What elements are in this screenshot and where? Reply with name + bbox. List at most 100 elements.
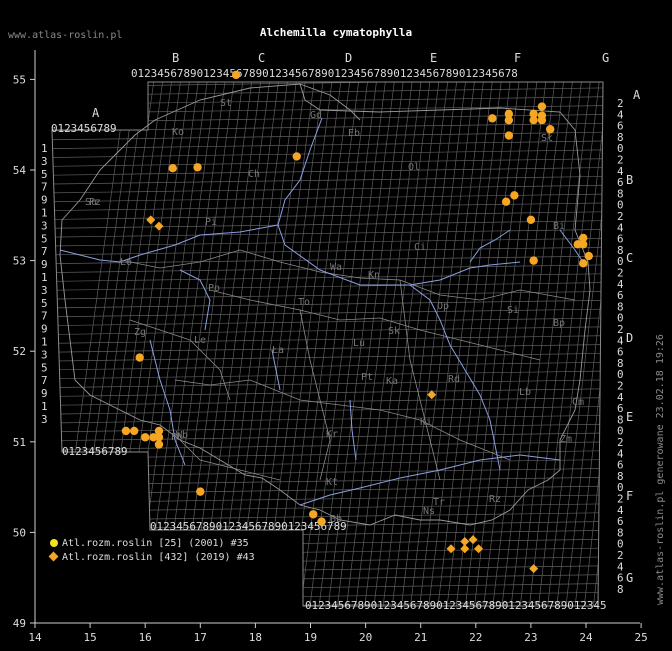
grid-letter-right: D	[626, 331, 633, 345]
record-diamond	[154, 221, 164, 231]
x-tick-label: 23	[524, 631, 537, 644]
digit-col-left: 9	[41, 387, 48, 400]
region-label: Bi	[553, 221, 565, 232]
grid-letter-top: G	[602, 51, 609, 65]
record-circle	[537, 102, 547, 111]
digit-row-bottom-main: 0123456789012345678901234567890123456789…	[305, 599, 607, 612]
record-diamond	[146, 215, 156, 225]
map-title: Alchemilla cymatophylla	[259, 26, 413, 39]
grid-letter-right: C	[626, 251, 633, 265]
region-label: Lu	[353, 338, 365, 349]
region-label: Zm	[560, 434, 572, 445]
grid-letter-top: E	[430, 51, 437, 65]
region-label: Rd	[448, 374, 460, 385]
region-label: Tr	[433, 497, 445, 508]
grid-letter-top: D	[345, 51, 352, 65]
digit-col-left: 5	[41, 361, 48, 374]
record-circle	[141, 433, 150, 442]
region-label: Po	[208, 283, 220, 294]
region-label: Ki	[420, 417, 432, 428]
digit-col-left: 1	[41, 207, 48, 220]
region-label: Zg	[134, 327, 146, 338]
record-diamond	[468, 535, 478, 545]
legend-item-2001: Atl.rozm.roslin [25] (2001) #35	[50, 538, 249, 549]
digit-row-top: 0123456789012345678901234567890123456789…	[131, 67, 518, 80]
y-tick-label: 51	[13, 436, 26, 449]
x-tick-label: 19	[304, 631, 317, 644]
digit-col-left: 1	[41, 400, 48, 413]
x-tick-label: 25	[634, 631, 647, 644]
region-boundary	[119, 249, 401, 281]
x-tick-label: 21	[414, 631, 427, 644]
grid-letter-top: B	[172, 51, 179, 65]
digit-col-left: 1	[41, 142, 48, 155]
record-circle	[154, 433, 164, 442]
region-label: Eb	[348, 128, 360, 139]
record-circle	[168, 163, 177, 173]
x-tick-label: 17	[194, 631, 207, 644]
digit-col-left: 1	[41, 336, 48, 349]
record-circle	[292, 152, 301, 161]
record-circle	[129, 426, 139, 436]
digit-row-bottom-mid: 012345678901234567890123456789	[150, 520, 347, 533]
region-label: Pz	[89, 197, 101, 208]
record-circle	[537, 115, 547, 125]
yellow-circle-icon	[50, 539, 58, 547]
record-circle	[196, 487, 205, 496]
record-circle	[504, 131, 514, 140]
record-circle	[584, 251, 593, 261]
record-circle	[317, 517, 326, 526]
record-circle	[488, 114, 497, 123]
orange-diamond-icon	[48, 551, 59, 562]
grid-letter-right: B	[626, 173, 633, 187]
digit-col-left: 5	[41, 232, 48, 245]
region-label: Rz	[489, 494, 501, 505]
region-label: Ol	[408, 162, 420, 173]
grid-letter-top: C	[258, 51, 265, 65]
region-label: Kt	[326, 477, 338, 488]
grid-letter-right: F	[626, 489, 633, 503]
region-label: Le	[194, 335, 206, 346]
y-tick-label: 50	[13, 526, 26, 539]
y-tick-label: 49	[13, 617, 26, 630]
region-label: Lb	[519, 387, 531, 398]
record-circle	[504, 115, 514, 125]
x-tick-label: 18	[249, 631, 262, 644]
x-tick-label: 24	[579, 631, 593, 644]
region-label: Kn	[368, 270, 380, 281]
x-tick-label: 16	[139, 631, 152, 644]
region-label: St	[220, 98, 232, 109]
record-circle	[526, 215, 536, 225]
digit-col-left: 7	[41, 181, 48, 194]
grid-letter-top: F	[514, 51, 521, 65]
legend-item-2019: Atl.rozm.roslin [432] (2019) #43	[48, 551, 255, 563]
digit-row-bottom-left: 0123456789	[62, 445, 128, 458]
region-label: To	[298, 297, 310, 308]
legend-label: Atl.rozm.roslin [25] (2001) #35	[62, 538, 249, 549]
region-label: Si	[507, 305, 519, 316]
digit-col-left: 7	[41, 310, 48, 323]
bay-line	[299, 83, 361, 121]
digit-col-left: 7	[41, 374, 48, 387]
record-circle	[510, 191, 519, 200]
x-tick-label: 20	[359, 631, 372, 644]
record-circle	[154, 440, 164, 449]
digit-col-left: 3	[41, 284, 48, 297]
record-diamond	[460, 536, 470, 546]
region-label: Ka	[386, 376, 398, 387]
region-label: Pb	[171, 432, 183, 443]
digit-col-left: 5	[41, 168, 48, 181]
record-circle	[121, 426, 131, 436]
record-circle	[529, 115, 538, 125]
grid-letter-right: E	[626, 410, 633, 424]
generated-stamp: www.atlas-roslin.pl generowane 23.02.18 …	[655, 334, 666, 605]
region-label: Ch	[248, 169, 260, 180]
digit-col-right: 8	[617, 583, 624, 596]
region-label: Gd	[310, 110, 322, 121]
legend-label: Atl.rozm.roslin [432] (2019) #43	[62, 552, 255, 563]
digit-col-left: 3	[41, 348, 48, 361]
record-circle	[545, 125, 555, 134]
digit-col-left: 9	[41, 194, 48, 207]
region-label: Wa	[330, 262, 342, 273]
x-tick-label: 14	[28, 631, 42, 644]
